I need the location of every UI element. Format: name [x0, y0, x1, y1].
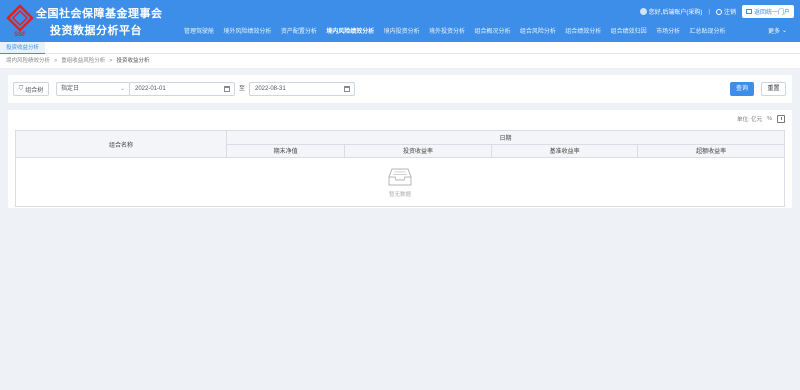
main-nav: 管理驾驶舱 境外风险绩效分析 资产配置分析 境内风险绩效分析 境内投资分析 境外…	[184, 26, 735, 35]
download-icon[interactable]	[777, 115, 785, 123]
user-greeting[interactable]: 您好,后端账户(采购)	[649, 7, 703, 16]
filter-panel: ⛉ 组合树 指定日 ⌄ 2022-01-01 至 2022-08-31 查询 重…	[8, 75, 792, 103]
platform-name: 投资数据分析平台	[50, 25, 142, 37]
nav-more[interactable]: 更多 ⌄	[768, 26, 787, 35]
end-date-value: 2022-08-31	[255, 86, 286, 92]
start-date-value: 2022-01-01	[135, 86, 166, 92]
tab-strip: 投资收益分析	[0, 42, 800, 54]
logo-text: SSF	[14, 32, 26, 38]
table-panel: 单位: 亿元 % 组合名称 日期 期末净值 投资收益率 基准收益率 超额收益率	[8, 110, 792, 208]
nav-item-overseas-risk[interactable]: 境外风险绩效分析	[223, 26, 271, 35]
app-header: SSF 全国社会保障基金理事会 投资数据分析平台 您好,后端账户(采购) | 注…	[0, 0, 800, 42]
empty-text: 暂无数据	[388, 192, 411, 198]
nav-item-market[interactable]: 市场分析	[656, 26, 680, 35]
column-header-nav: 期末净值	[225, 143, 346, 158]
nav-item-asset-allocation[interactable]: 资产配置分析	[281, 26, 317, 35]
data-table: 组合名称 日期 期末净值 投资收益率 基准收益率 超额收益率 暂无数据	[15, 130, 785, 207]
reset-button[interactable]: 重置	[761, 82, 786, 96]
org-name: 全国社会保障基金理事会	[36, 8, 163, 20]
chevron-down-icon: ⌄	[119, 86, 125, 92]
nav-item-overseas-invest[interactable]: 境外投资分析	[429, 26, 465, 35]
breadcrumb-item[interactable]: 境内风险绩效分析	[6, 58, 50, 64]
user-icon	[639, 8, 647, 15]
column-header-return: 投资收益率	[344, 143, 492, 158]
logout-link[interactable]: 注销	[724, 7, 736, 16]
empty-state: 暂无数据	[15, 157, 785, 207]
nav-item-portfolio-attribution[interactable]: 组合绩效归因	[611, 26, 647, 35]
column-header-group-name: 组合名称	[15, 130, 227, 158]
nav-more-label: 更多	[768, 29, 781, 35]
nav-item-cockpit[interactable]: 管理驾驶舱	[184, 26, 214, 35]
empty-inbox-icon	[388, 168, 412, 186]
column-header-date: 日期	[226, 130, 785, 145]
nav-item-portfolio-performance[interactable]: 组合绩效分析	[565, 26, 601, 35]
nav-item-summary[interactable]: 汇总贴现分析	[689, 26, 725, 35]
divider: |	[708, 8, 710, 15]
portal-button-label: 返回统一门户	[753, 10, 790, 16]
end-date-input[interactable]: 2022-08-31	[249, 82, 355, 96]
nav-item-domestic-risk[interactable]: 境内风险绩效分析	[326, 26, 374, 35]
query-button[interactable]: 查询	[730, 82, 754, 96]
date-type-value: 指定日	[61, 86, 80, 92]
group-tree-button[interactable]: ⛉ 组合树	[13, 82, 49, 96]
date-type-select[interactable]: 指定日 ⌄	[56, 82, 130, 96]
percent-toggle[interactable]: %	[767, 116, 772, 122]
column-header-benchmark: 基准收益率	[490, 143, 639, 158]
breadcrumb-item[interactable]: 重组收益风险分析	[61, 58, 105, 64]
tab-investment-return[interactable]: 投资收益分析	[0, 42, 46, 54]
date-range-separator: 至	[239, 86, 246, 92]
nav-item-portfolio-overview[interactable]: 组合概况分析	[474, 26, 510, 35]
nav-item-portfolio-risk[interactable]: 组合风险分析	[520, 26, 556, 35]
portal-button[interactable]: 返回统一门户	[741, 5, 794, 18]
breadcrumb-separator: >	[109, 58, 113, 64]
breadcrumb-current: 投资收益分析	[116, 58, 150, 64]
table-toolbar: 单位: 亿元 %	[737, 115, 785, 123]
logout-icon	[715, 8, 722, 15]
calendar-icon	[344, 86, 350, 92]
nav-item-domestic-invest[interactable]: 境内投资分析	[384, 26, 420, 35]
calendar-icon	[224, 86, 230, 92]
user-area: 您好,后端账户(采购) | 注销 返回统一门户	[639, 5, 794, 18]
breadcrumb-separator: >	[54, 58, 58, 64]
start-date-input[interactable]: 2022-01-01	[129, 82, 235, 96]
ssf-logo: SSF	[6, 4, 34, 38]
chevron-down-icon: ⌄	[782, 28, 788, 34]
group-tree-label: 组合树	[25, 87, 44, 94]
monitor-icon	[745, 9, 752, 14]
filter-icon: ⛉	[18, 85, 24, 92]
unit-label: 单位: 亿元	[737, 117, 763, 123]
column-header-excess: 超额收益率	[637, 143, 785, 158]
breadcrumb: 境内风险绩效分析 > 重组收益风险分析 > 投资收益分析	[0, 54, 800, 69]
